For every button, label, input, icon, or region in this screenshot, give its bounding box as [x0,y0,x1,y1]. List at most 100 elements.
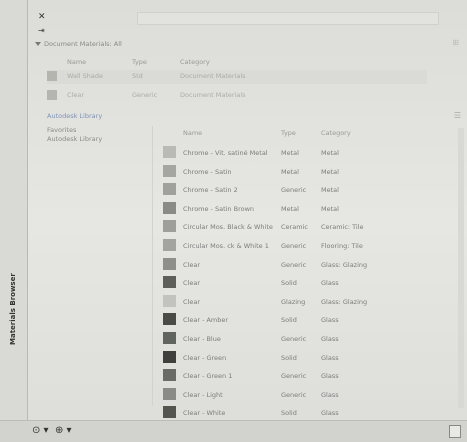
library-material-row[interactable]: Chrome - Vit. satiné Metal Metal Metal [159,144,459,162]
column-name[interactable]: Name [67,58,86,66]
library-material-list: Name Type Category Chrome - Vit. satiné … [159,126,459,419]
materials-panel: Document Materials: All ⊞ Name Type Cate… [27,0,467,441]
column-name[interactable]: Name [183,129,202,137]
material-category: Glass: Glazing [321,297,368,306]
library-material-row[interactable]: Chrome - Satin Brown Metal Metal [159,200,459,218]
document-material-row[interactable]: Wall Shade Std Document Materials [47,70,427,84]
material-swatch [163,257,176,270]
material-type: Generic [132,91,158,99]
material-type: Metal [281,167,299,176]
material-category: Document Materials [180,72,246,80]
material-type: Solid [281,279,297,288]
material-type: Generic [281,242,307,250]
material-swatch [163,183,176,196]
column-type[interactable]: Type [132,58,147,66]
material-type: Generic [281,390,307,399]
material-name: Chrome - Satin [183,167,232,176]
material-swatch [163,239,176,251]
view-options-icon[interactable]: ⊞ [452,38,459,47]
material-swatch [47,71,57,81]
material-swatch [163,201,176,214]
material-name: Circular Mos. Black & White [183,223,273,232]
library-material-row[interactable]: Clear Generic Glass: Glazing [159,256,459,274]
material-category: Glass [321,409,339,418]
material-name: Clear - Blue [183,335,221,343]
materials-icon[interactable]: ⊕ ▾ [55,425,72,436]
material-swatch [163,220,176,233]
material-type: Solid [281,409,297,418]
material-type: Glazing [281,297,306,306]
material-name: Chrome - Vit. satiné Metal [183,149,268,157]
material-category: Metal [321,204,339,213]
material-type: Metal [281,149,299,157]
palette-title-bar[interactable]: Materials Browser [0,0,28,441]
home-icon[interactable]: ⊙ ▾ [32,425,49,436]
library-material-row[interactable]: Clear - Light Generic Glass [159,386,459,404]
library-material-row[interactable]: Clear - Green Solid Glass [159,349,459,367]
library-material-row[interactable]: Clear - Amber Solid Glass [159,311,459,329]
material-category: Metal [321,186,339,195]
materials-browser-window: Materials Browser ✕ ⇥ Document Materials… [0,0,467,442]
library-material-row[interactable]: Clear - Green 1 Generic Glass [159,367,459,385]
material-category: Glass [321,372,339,381]
library-material-row[interactable]: Circular Mos. ck & White 1 Generic Floorin… [159,237,459,255]
library-material-row[interactable]: Clear Solid Glass [159,274,459,292]
material-category: Glass [321,390,339,399]
material-category: Glass [321,335,339,343]
search-input[interactable] [137,12,439,25]
material-name: Chrome - Satin Brown [183,204,255,213]
material-swatch [163,350,176,363]
material-category: Flooring: Tile [321,242,363,250]
collapse-icon[interactable] [35,42,41,46]
material-swatch [163,313,176,326]
material-category: Glass [321,316,339,325]
material-swatch [163,332,176,344]
material-type: Generic [281,260,307,269]
material-category: Metal [321,149,339,157]
material-name: Clear [183,297,200,306]
bottom-toolbar: ⊙ ▾ ⊕ ▾ [0,420,467,442]
scrollbar[interactable] [458,128,464,408]
material-category: Glass: Glazing [321,260,368,269]
material-category: Glass [321,353,339,362]
material-swatch [163,276,176,289]
material-name: Clear - Green [183,353,227,362]
library-material-row[interactable]: Clear - Blue Generic Glass [159,330,459,348]
library-options-icon[interactable]: ☰ [454,111,461,120]
material-type: Generic [281,335,307,343]
library-column-headers: Name Type Category [159,128,459,140]
document-material-row[interactable]: Clear Generic Document Materials [47,89,427,103]
palette-title: Materials Browser [9,273,17,345]
material-swatch [163,387,176,400]
column-category[interactable]: Category [321,129,351,137]
material-type: Metal [281,204,299,213]
library-material-row[interactable]: Clear Glazing Glass: Glazing [159,293,459,311]
material-swatch [163,164,176,177]
library-tree: Favorites Autodesk Library [47,126,153,406]
material-name: Clear - Green 1 [183,372,233,381]
library-material-row[interactable]: Circular Mos. Black & White Ceramic Cerami… [159,218,459,236]
material-type: Solid [281,353,297,362]
column-type[interactable]: Type [281,129,296,137]
material-name: Clear - Light [183,390,223,399]
material-type: Generic [281,372,307,381]
library-material-row[interactable]: Chrome - Satin Metal Metal [159,163,459,181]
material-type: Ceramic [281,223,308,232]
tree-item-autodesk-library[interactable]: Autodesk Library [47,135,152,144]
material-swatch [163,406,176,419]
tree-item-favorites[interactable]: Favorites [47,126,152,135]
library-material-row[interactable]: Chrome - Satin 2 Generic Metal [159,181,459,199]
material-type: Solid [281,316,297,325]
material-name: Circular Mos. ck & White 1 [183,242,269,250]
material-type: Std [132,72,143,80]
material-swatch [163,369,176,382]
material-swatch [47,90,57,100]
library-header[interactable]: Autodesk Library [47,112,102,120]
material-editor-icon[interactable] [449,425,461,438]
material-name: Wall Shade [67,72,104,80]
material-category: Ceramic: Tile [321,223,364,232]
column-category[interactable]: Category [180,58,210,66]
material-name: Chrome - Satin 2 [183,186,238,195]
document-materials-header[interactable]: Document Materials: All [35,40,122,48]
material-swatch [163,146,176,158]
